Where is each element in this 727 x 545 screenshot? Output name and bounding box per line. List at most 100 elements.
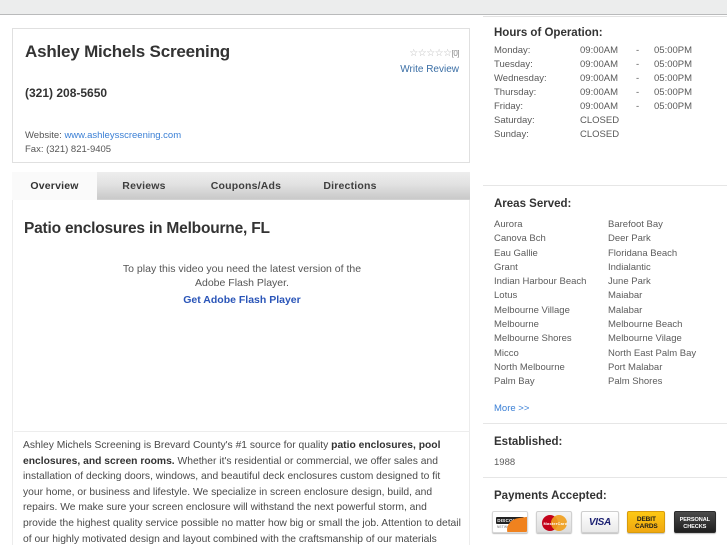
description-part2: Whether it's residential or commercial, … [23,455,461,545]
mastercard-icon: MasterCard [536,511,573,533]
area-row: North Melbourne Port Malabar [494,361,716,375]
hours-open-time: 09:00AM [580,87,619,98]
page-root: Ashley Michels Screening ☆☆☆☆☆[0] Write … [0,0,727,545]
personal-checks-icon: PERSONAL CHECKS [673,511,716,533]
hours-row: Tuesday: 09:00AM - 05:00PM [494,58,727,72]
content-heading: Patio enclosures in Melbourne, FL [24,220,270,237]
areas-more-link[interactable]: More >> [494,403,529,414]
hours-table: Monday: 09:00AM - 05:00PM Tuesday: 09:00AM - 05… [483,44,727,142]
area-row: Melbourne Melbourne Beach [494,318,716,332]
area-name: Palm Shores [608,376,663,388]
area-name: Eau Gallie [494,247,538,259]
area-name: Melbourne Shores [494,333,572,345]
business-info-card: Ashley Michels Screening ☆☆☆☆☆[0] Write … [12,28,470,163]
area-row: Micco North East Palm Bay [494,347,716,361]
debit-cards-icon-line2: CARDS [635,523,658,530]
hours-row: Monday: 09:00AM - 05:00PM [494,44,727,58]
review-count: [0] [451,49,460,58]
video-placeholder: To play this video you need the latest v… [14,246,470,432]
area-name: Melbourne Village [494,304,570,316]
area-row: Aurora Barefoot Bay [494,218,716,232]
hours-open-time: CLOSED [580,115,620,126]
area-row: Canova Bch Deer Park [494,232,716,246]
debit-cards-icon-line1: DEBIT [636,516,656,523]
hours-open-time: 09:00AM [580,101,619,112]
areas-grid: Aurora Barefoot Bay Canova Bch Deer Park Eau… [483,218,716,398]
hours-row: Wednesday: 09:00AM - 05:00PM [494,72,727,86]
hours-day: Sunday: [494,129,529,140]
left-column: Ashley Michels Screening ☆☆☆☆☆[0] Write … [0,16,483,545]
hours-separator: - [636,73,640,84]
hours-day: Wednesday: [494,73,547,84]
area-name: Melbourne Beach [608,319,683,331]
hours-day: Friday: [494,101,524,112]
website-link[interactable]: www.ashleysscreening.com [64,130,181,141]
website-row: Website: www.ashleysscreening.com [25,129,181,143]
personal-checks-icon-line1: PERSONAL [679,517,710,523]
area-name: Grant [494,261,518,273]
area-row: Grant Indialantic [494,261,716,275]
tab-coupons-ads[interactable]: Coupons/Ads [191,172,301,200]
area-name: Canova Bch [494,233,546,245]
get-flash-player-link[interactable]: Get Adobe Flash Player [183,294,300,306]
flash-message-line1: To play this video you need the latest v… [122,263,362,275]
area-name: Barefoot Bay [608,219,663,230]
area-name: June Park [608,276,651,288]
hours-row: Thursday: 09:00AM - 05:00PM [494,86,727,100]
area-row: Palm Bay Palm Shores [494,375,716,389]
areas-served-section: Areas Served: Aurora Barefoot Bay Canova B… [483,185,727,416]
hours-close-time: 05:00PM [654,87,693,98]
tab-directions[interactable]: Directions [301,172,399,200]
hours-open-time: 09:00AM [580,45,619,56]
hours-close-time: 05:00PM [654,73,693,84]
area-name: Malabar [608,304,643,316]
area-name: Aurora [494,219,523,230]
tab-bar: Overview Reviews Coupons/Ads Directions [12,172,470,200]
hours-separator: - [636,101,640,112]
hours-section: Hours of Operation: Monday: 09:00AM - 05:00… [483,17,727,142]
tab-reviews[interactable]: Reviews [97,172,191,200]
website-label: Website: [25,130,62,141]
area-name: Lotus [494,290,518,302]
flash-required-message: To play this video you need the latest v… [14,262,470,290]
area-row: Indian Harbour Beach June Park [494,275,716,289]
hours-day: Monday: [494,45,531,56]
established-year: 1988 [494,457,516,468]
hours-day: Saturday: [494,115,535,126]
business-description: Ashley Michels Screening is Brevard Coun… [23,438,463,545]
area-row: Eau Gallie Floridana Beach [494,247,716,261]
description-part1: Ashley Michels Screening is Brevard Coun… [23,440,332,451]
star-rating[interactable]: ☆☆☆☆☆[0] [359,48,459,59]
hours-title: Hours of Operation: [494,27,603,39]
main-layout: Ashley Michels Screening ☆☆☆☆☆[0] Write … [0,16,727,545]
write-review-link[interactable]: Write Review [400,64,459,75]
business-name: Ashley Michels Screening [25,42,230,61]
area-name: Deer Park [608,233,651,245]
established-section: Established: 1988 [483,423,727,468]
hours-row: Sunday: CLOSED [494,128,727,142]
right-sidebar: Hours of Operation: Monday: 09:00AM - 05:00… [483,16,727,545]
mastercard-icon-label: MasterCard [543,521,568,526]
area-name: Indian Harbour Beach [494,276,587,288]
area-row: Lotus Maiabar [494,289,716,303]
area-row: Melbourne Shores Melbourne Vilage [494,332,716,346]
established-title: Established: [494,436,563,448]
area-name: Micco [494,347,519,359]
hours-close-time: 05:00PM [654,45,693,56]
flash-message-line2: Adobe Flash Player. [195,277,289,289]
area-name: Melbourne Vilage [608,333,682,345]
area-name: Palm Bay [494,376,535,388]
discover-icon: DISCOVER NETWORK [492,511,528,533]
rating-block: ☆☆☆☆☆[0] Write Review [359,48,459,77]
area-name: Indialantic [608,261,651,273]
business-contact-links: Website: www.ashleysscreening.com Fax: (… [25,129,181,157]
area-name: Port Malabar [608,361,663,373]
hours-separator: - [636,87,640,98]
visa-icon: VISA [580,511,619,533]
hours-separator: - [636,59,640,70]
fax-row: Fax: (321) 821-9405 [25,144,112,155]
area-name: North East Palm Bay [608,347,697,359]
tab-overview[interactable]: Overview [12,172,97,200]
hours-separator: - [636,45,640,56]
business-phone: (321) 208-5650 [25,86,108,100]
